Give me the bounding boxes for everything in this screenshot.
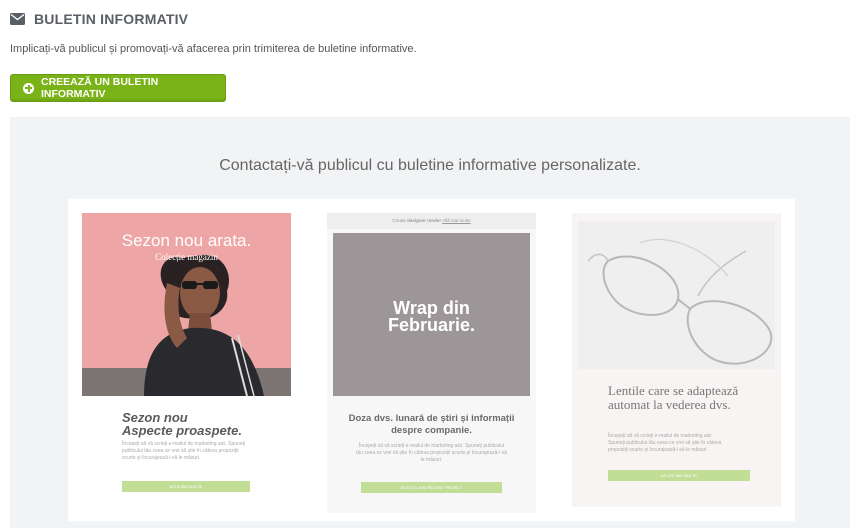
template-card-fashion[interactable]: Sezon nou arata. Colecție magazin Sezon …: [82, 213, 291, 513]
fashion-cta-button: AFLA MAI MULTE: [122, 481, 250, 492]
page-title: BULETIN INFORMATIV: [34, 11, 189, 27]
plus-circle-icon: [23, 82, 34, 94]
lenses-headline: Lentile care se adaptează automat la ved…: [608, 383, 739, 412]
create-newsletter-button[interactable]: CREEAZĂ UN BULETIN INFORMATIV: [10, 74, 226, 102]
page-description: Implicați-vă publicul și promovați-vă af…: [10, 43, 417, 55]
wrap-image-title-line1: Wrap din: [393, 297, 470, 318]
wrap-top-bar-bold: designer render: [407, 218, 442, 223]
page-header: BULETIN INFORMATIV: [10, 10, 188, 28]
lenses-cta-button: AFLAȚI MAI MULTE: [608, 470, 750, 481]
fashion-body-text: Începeți să vă scrieți e-mailul de marke…: [122, 441, 246, 461]
template-card-lenses[interactable]: Lentile care se adaptează automat la ved…: [572, 213, 781, 507]
wrap-top-bar: Create designer render Află mai multe: [327, 213, 536, 229]
wrap-top-bar-prefix: Create: [392, 218, 406, 223]
wrap-top-bar-link: Află mai multe: [442, 218, 471, 223]
template-cards-panel: Sezon nou arata. Colecție magazin Sezon …: [68, 199, 795, 521]
fashion-image: Sezon nou arata. Colecție magazin: [82, 213, 291, 396]
fashion-headline-line2: Aspecte proaspete.: [122, 423, 242, 438]
fashion-image-subtitle: Colecție magazin: [155, 252, 218, 262]
fashion-headline: Sezon nou Aspecte proaspete.: [122, 411, 242, 437]
fashion-image-title: Sezon nou arata.: [121, 231, 252, 250]
create-newsletter-label: CREEAZĂ UN BULETIN INFORMATIV: [41, 76, 159, 100]
promo-heading: Contactați-vă publicul cu buletine infor…: [219, 157, 641, 174]
wrap-cta-button: VEZI CEL MAI RECENT PROIECT: [361, 482, 502, 493]
glasses-image: [578, 221, 775, 369]
lenses-body-text: Începeți să vă scrieți e-mailul de marke…: [608, 433, 722, 453]
template-card-monthly-wrap[interactable]: Create designer render Află mai multe Wr…: [327, 213, 536, 513]
fashion-card-body: Sezon nou Aspecte proaspete. Începeți să…: [82, 396, 291, 513]
wrap-image-title: Wrap din Februarie.: [387, 297, 476, 335]
promo-section: Contactați-vă publicul cu buletine infor…: [10, 117, 850, 528]
wrap-image: Wrap din Februarie.: [333, 233, 530, 396]
wrap-headline: Doza dvs. lunară de știri și informații …: [348, 413, 515, 436]
wrap-image-title-line2: Februarie.: [387, 314, 476, 335]
glasses-illustration: [578, 221, 775, 369]
envelope-icon: [10, 13, 26, 25]
wrap-body-text: Începeți să vă scrieți e-mailul de marke…: [356, 443, 507, 463]
